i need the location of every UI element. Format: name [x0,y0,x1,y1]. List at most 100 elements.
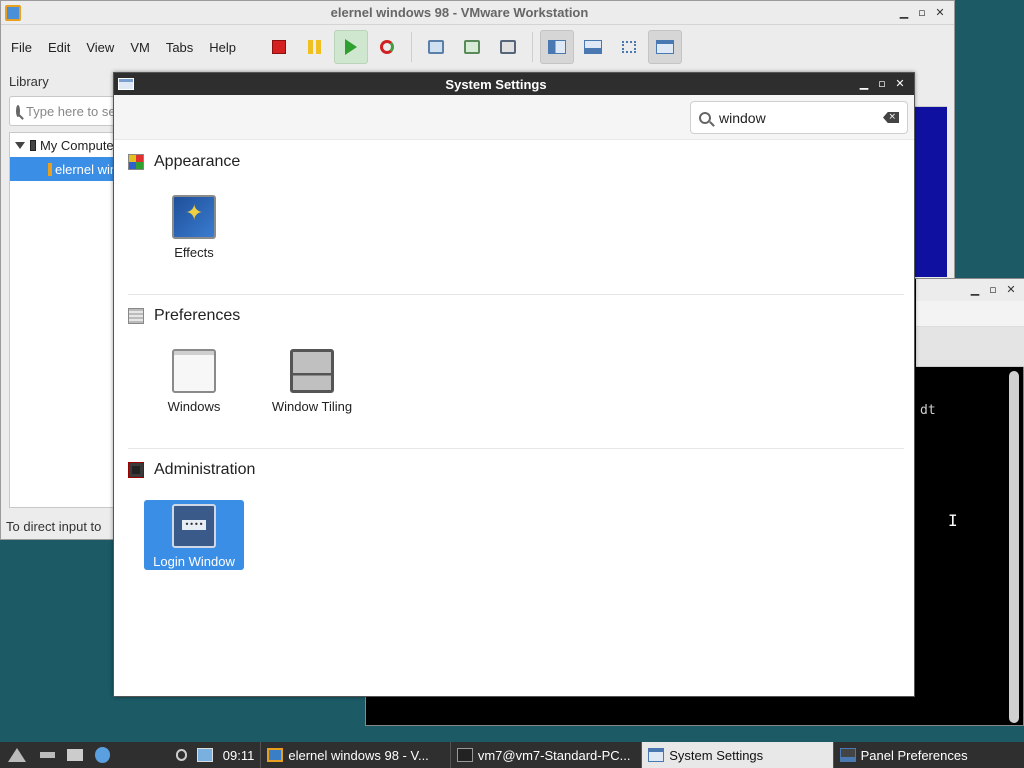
vm-console-screen[interactable] [915,107,947,277]
vm-tab-strip [915,71,947,107]
clock[interactable]: 09:11 [223,748,255,763]
vm-icon [48,162,52,176]
section-preferences: Preferences [128,307,904,325]
window-tiling-icon [290,349,334,393]
close-icon[interactable]: ✕ [1005,284,1017,296]
terminal-scrollbar[interactable] [1009,371,1019,723]
tree-item-vm[interactable]: elernel windows 98 [10,157,118,181]
task-panel-preferences[interactable]: Panel Preferences [832,742,1024,768]
text-cursor: I [948,511,958,530]
settings-item-windows[interactable]: Windows [144,345,244,415]
panel-icon [839,748,856,762]
play-icon [345,39,358,55]
task-label: elernel windows 98 - V... [288,747,429,763]
revert-snapshot-button[interactable] [455,30,489,64]
vm-tree: My Computer elernel windows 98 [9,132,119,508]
close-icon[interactable]: ✕ [894,78,906,90]
network-icon[interactable] [197,748,213,762]
maximize-icon[interactable]: ▫ [916,6,928,19]
reset-button[interactable] [370,30,404,64]
settings-item-label: Window Tiling [271,399,353,414]
section-appearance: Appearance [128,153,904,171]
preferences-icon [128,308,144,324]
section-title: Administration [154,461,256,478]
terminal-titlebar[interactable]: ▁ ▫ ✕ [916,279,1024,301]
task-label: vm7@vm7-Standard-PC... [477,747,631,763]
minimize-icon[interactable]: ▁ [898,6,910,19]
task-terminal[interactable]: vm7@vm7-Standard-PC... [449,742,641,768]
terminal-output: dt [920,403,936,418]
task-system-settings[interactable]: System Settings [641,742,833,768]
task-label: System Settings [669,747,764,763]
snapshot-manager-icon [500,40,517,54]
vmware-app-icon [5,4,21,21]
minimize-icon[interactable]: ▁ [858,78,870,90]
power-on-button[interactable] [334,30,369,64]
console-view-button[interactable] [648,30,683,64]
task-vmware[interactable]: elernel windows 98 - V... [260,742,449,768]
section-administration: Administration [128,461,904,479]
show-desktop-icon[interactable] [40,752,56,758]
expand-arrow-icon[interactable] [15,141,25,149]
library-search-input[interactable]: Type here to search [9,96,141,126]
settings-window-icon [118,78,134,90]
suspend-button[interactable] [298,30,332,64]
menu-file[interactable]: File [3,40,40,55]
search-icon[interactable] [175,749,188,761]
power-off-button[interactable] [262,30,296,64]
settings-item-label: Windows [167,399,221,414]
tree-item-label: My Computer [39,137,118,153]
file-manager-icon[interactable] [67,749,83,761]
menu-edit[interactable]: Edit [40,40,78,55]
windows-icon [172,349,216,393]
toolbar-separator [411,32,413,62]
console-view-icon [656,40,675,54]
close-icon[interactable]: ✕ [934,6,946,19]
menu-vm[interactable]: VM [122,40,158,55]
vm-status-bar: To direct input to [6,519,102,534]
effects-icon [172,195,216,239]
vmware-titlebar[interactable]: elernel windows 98 - VMware Workstation … [1,1,954,25]
administration-icon [128,462,144,478]
menu-view[interactable]: View [78,40,122,55]
menu-help[interactable]: Help [201,40,244,55]
show-library-button[interactable] [540,30,575,64]
start-menu-icon[interactable] [8,748,26,762]
pause-icon [308,40,322,54]
search-icon [16,105,20,117]
appearance-icon [128,154,144,170]
snapshot-manager-button[interactable] [491,30,525,64]
settings-item-label: Login Window [153,554,235,569]
library-label: Library [9,74,49,89]
tree-item-my-computer[interactable]: My Computer [10,133,118,157]
terminal-tabbar [916,327,1024,367]
snapshot-icon [428,40,445,54]
section-title: Preferences [154,307,241,324]
search-icon [699,111,711,124]
taskbar: 09:11 elernel windows 98 - V... vm7@vm7-… [0,742,1024,768]
menu-tabs[interactable]: Tabs [158,40,201,55]
search-value[interactable]: window [719,110,875,126]
section-divider [128,448,904,449]
tree-item-label: elernel windows 98 [55,161,118,177]
system-settings-window: System Settings ▁ ▫ ✕ window × Appearanc… [113,72,915,697]
thumbnail-view-icon [584,40,603,54]
stop-icon [272,40,287,54]
settings-item-window-tiling[interactable]: Window Tiling [262,345,362,415]
settings-item-effects[interactable]: Effects [144,191,244,261]
task-label: Panel Preferences [860,747,968,763]
settings-item-login-window[interactable]: Login Window [144,500,244,570]
maximize-icon[interactable]: ▫ [987,284,999,296]
browser-icon[interactable] [94,747,110,763]
restart-icon [380,40,395,54]
clear-search-icon[interactable]: × [883,112,899,123]
snapshot-button[interactable] [419,30,453,64]
full-screen-button[interactable] [612,30,646,64]
settings-search-input[interactable]: window × [690,101,908,134]
settings-item-label: Effects [174,245,214,260]
settings-titlebar[interactable]: System Settings ▁ ▫ ✕ [114,73,914,95]
library-panel: Library Type here to search My Computer … [1,70,141,522]
show-thumbnail-button[interactable] [576,30,610,64]
minimize-icon[interactable]: ▁ [969,284,981,296]
maximize-icon[interactable]: ▫ [876,78,888,90]
